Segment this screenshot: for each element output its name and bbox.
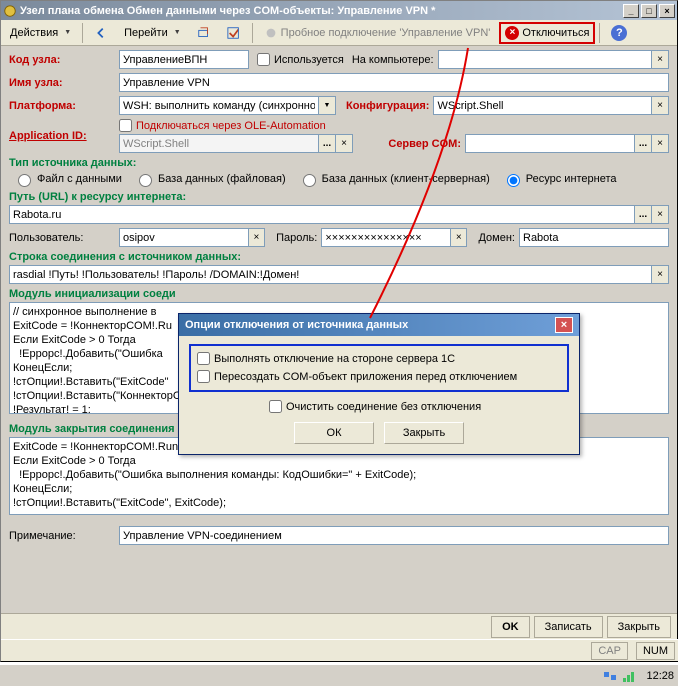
chk-server-side[interactable]: Выполнять отключение на стороне сервера … [197, 352, 455, 365]
toolbar: Действия Перейти Пробное подключение 'Уп… [1, 20, 677, 46]
chk-recreate-com[interactable]: Пересоздать COM-объект приложения перед … [197, 370, 517, 383]
domain-input[interactable] [519, 228, 669, 247]
status-cap: CAP [591, 642, 628, 660]
test-connection-label: Пробное подключение 'Управление VPN' [281, 27, 491, 39]
config-clear[interactable]: × [652, 96, 669, 115]
app-icon [3, 4, 17, 18]
conn-string-input[interactable] [9, 265, 652, 284]
dialog-ok-button[interactable]: ОК [294, 422, 374, 444]
disconnect-label: Отключиться [522, 27, 589, 39]
appid-input[interactable] [119, 134, 319, 153]
on-computer-input[interactable] [438, 50, 652, 69]
source-type-header: Тип источника данных: [9, 157, 669, 169]
nav-back-button[interactable] [87, 22, 115, 44]
pass-clear[interactable]: × [451, 228, 467, 247]
user-input[interactable] [119, 228, 249, 247]
minimize-button[interactable]: _ [623, 4, 639, 18]
actions-menu[interactable]: Действия [3, 22, 78, 44]
window-title: Узел плана обмена Обмен данными через CO… [20, 5, 621, 17]
save-button[interactable]: Записать [534, 616, 603, 638]
conn-string-clear[interactable]: × [652, 265, 669, 284]
com-server-browse[interactable]: ... [635, 134, 652, 153]
toolbar-sep [82, 23, 83, 43]
com-server-input[interactable] [465, 134, 635, 153]
url-label: Путь (URL) к ресурсу интернета: [9, 191, 669, 203]
pass-input[interactable] [321, 228, 451, 247]
goto-menu[interactable]: Перейти [117, 22, 188, 44]
init-module-label: Модуль инициализации соеди [9, 288, 669, 300]
com-server-label: Сервер COM: [388, 138, 461, 150]
toolbar-sep [252, 23, 253, 43]
platform-label: Платформа: [9, 100, 119, 112]
disconnect-button[interactable]: × Отключиться [499, 22, 595, 44]
tray-clock: 12:28 [646, 670, 674, 682]
source-type-radios: Файл с данными База данных (файловая) Ба… [13, 171, 669, 187]
code-label: Код узла: [9, 54, 119, 66]
tool-icon-2[interactable] [220, 22, 248, 44]
platform-dropdown[interactable]: ▼ [319, 96, 336, 115]
on-computer-clear[interactable]: × [652, 50, 669, 69]
user-clear[interactable]: × [249, 228, 265, 247]
used-label: Используется [274, 54, 344, 66]
com-server-clear[interactable]: × [652, 134, 669, 153]
url-browse[interactable]: ... [635, 205, 652, 224]
url-input[interactable] [9, 205, 635, 224]
tool-icon-1[interactable] [190, 22, 218, 44]
toolbar-sep [599, 23, 600, 43]
dialog-close-button[interactable]: × [555, 317, 573, 333]
name-input[interactable] [119, 73, 669, 92]
tray-icon-1[interactable] [602, 668, 618, 684]
tray-icon-2[interactable] [622, 668, 638, 684]
note-input[interactable] [119, 526, 669, 545]
dialog-title: Опции отключения от источника данных [185, 319, 408, 331]
ole-checkbox[interactable]: Подключаться через OLE-Automation [119, 119, 669, 132]
help-icon: ? [611, 25, 627, 41]
disconnect-icon: × [505, 26, 519, 40]
url-clear[interactable]: × [652, 205, 669, 224]
ok-button[interactable]: OK [491, 616, 530, 638]
test-connection-button[interactable]: Пробное подключение 'Управление VPN' [257, 22, 498, 44]
platform-input[interactable] [119, 96, 319, 115]
ole-label: Подключаться через OLE-Automation [136, 120, 326, 132]
used-checkbox[interactable]: Используется [257, 53, 344, 66]
code-input[interactable] [119, 50, 249, 69]
on-computer-label: На компьютере: [352, 54, 434, 66]
status-num: NUM [636, 642, 675, 660]
name-label: Имя узла: [9, 77, 119, 89]
disconnect-options-dialog: Опции отключения от источника данных × В… [178, 313, 580, 455]
titlebar: Узел плана обмена Обмен данными через CO… [1, 1, 677, 20]
note-label: Примечание: [9, 530, 119, 542]
statusbar: CAP NUM [1, 639, 678, 661]
system-tray: 12:28 [0, 664, 678, 686]
pass-label: Пароль: [276, 232, 317, 244]
highlighted-options: Выполнять отключение на стороне сервера … [189, 344, 569, 392]
radio-db-cs[interactable]: База данных (клиент-серверная) [298, 171, 490, 187]
dialog-titlebar: Опции отключения от источника данных × [179, 314, 579, 336]
maximize-button[interactable]: □ [641, 4, 657, 18]
user-label: Пользователь: [9, 232, 119, 244]
dialog-cancel-button[interactable]: Закрыть [384, 422, 464, 444]
footer-buttons: OK Записать Закрыть [1, 613, 677, 639]
domain-label: Домен: [478, 232, 515, 244]
radio-db-file[interactable]: База данных (файловая) [134, 171, 286, 187]
config-input[interactable] [433, 96, 652, 115]
appid-browse[interactable]: ... [319, 134, 336, 153]
close-button[interactable]: × [659, 4, 675, 18]
help-button[interactable]: ? [604, 22, 634, 44]
appid-clear[interactable]: × [336, 134, 353, 153]
radio-file[interactable]: Файл с данными [13, 171, 122, 187]
radio-internet[interactable]: Ресурс интернета [502, 171, 617, 187]
config-label: Конфигурация: [346, 100, 429, 112]
chk-clear-conn[interactable]: Очистить соединение без отключения [269, 400, 481, 413]
close-form-button[interactable]: Закрыть [607, 616, 671, 638]
conn-string-label: Строка соединения с источником данных: [9, 251, 669, 263]
appid-link[interactable]: Application ID: [9, 130, 119, 142]
